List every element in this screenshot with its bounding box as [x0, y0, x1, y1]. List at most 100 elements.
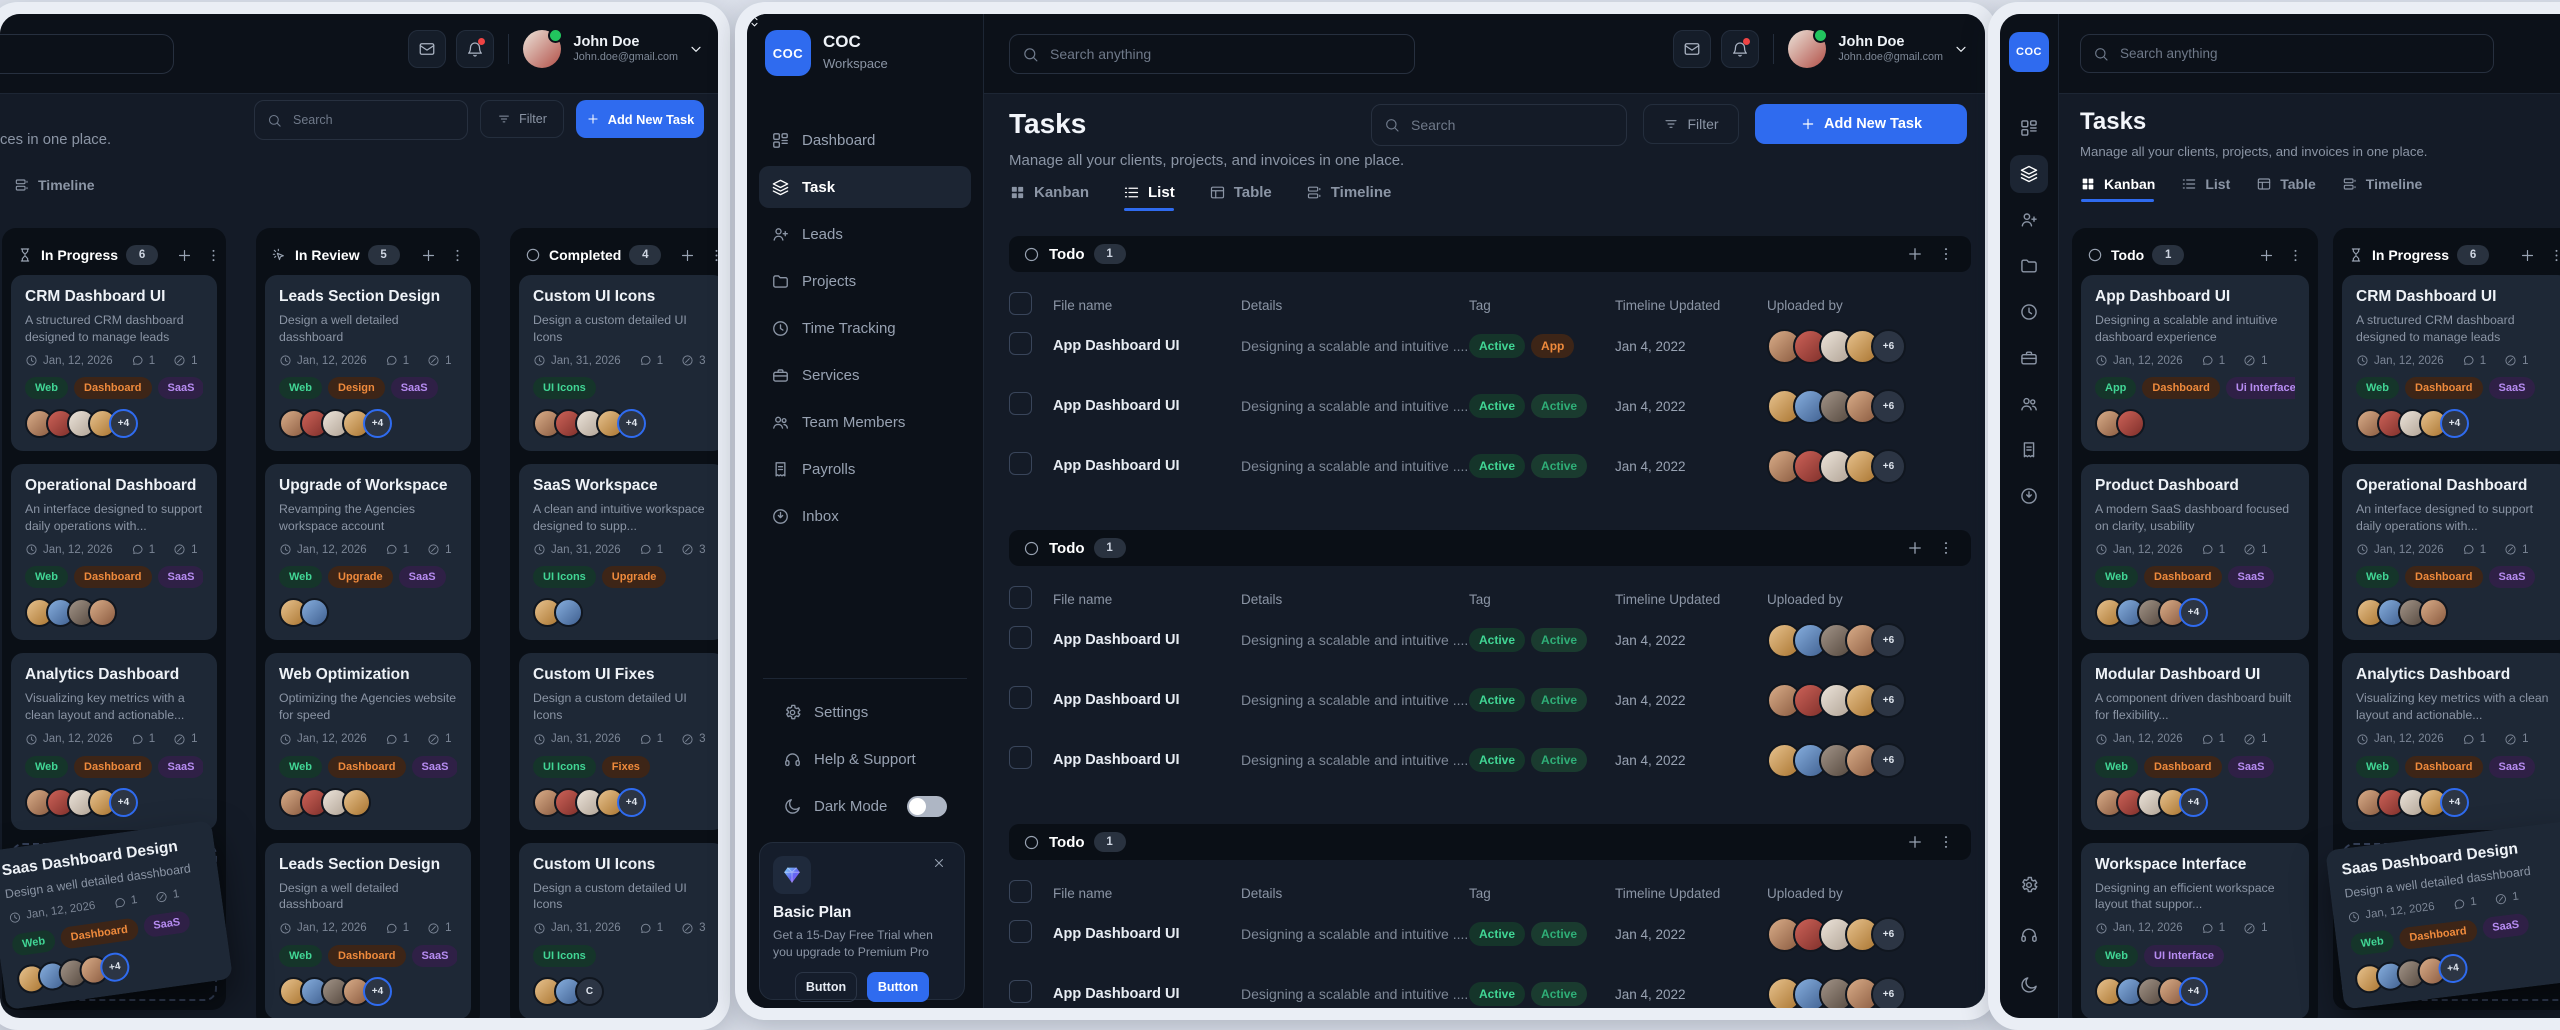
rail-item-dark-mode[interactable]: [2010, 966, 2048, 1004]
tab-list[interactable]: List: [2181, 176, 2230, 192]
row-checkbox[interactable]: [1009, 746, 1032, 769]
search-input[interactable]: [1048, 45, 1402, 63]
row-checkbox[interactable]: [1009, 392, 1032, 415]
column-menu-button[interactable]: [2285, 245, 2306, 266]
topbar-search[interactable]: [1009, 34, 1415, 74]
rail-item-settings[interactable]: [2010, 866, 2048, 904]
row-checkbox[interactable]: [1009, 920, 1032, 943]
tab-timeline[interactable]: Timeline: [14, 177, 95, 193]
rail-item-projects[interactable]: [2010, 247, 2048, 285]
column-menu-button[interactable]: [2546, 245, 2560, 266]
kanban-card[interactable]: Product DashboardA modern SaaS dashboard…: [2081, 464, 2309, 640]
kanban-card[interactable]: Operational DashboardAn interface design…: [11, 464, 217, 640]
section-menu-button[interactable]: [1935, 537, 1957, 559]
row-checkbox[interactable]: [1009, 686, 1032, 709]
kanban-card[interactable]: Custom UI IconsDesign a custom detailed …: [519, 843, 718, 1018]
notifications-button[interactable]: [1721, 30, 1759, 68]
kanban-card[interactable]: Custom UI IconsDesign a custom detailed …: [519, 275, 718, 451]
tab-table[interactable]: Table: [2256, 176, 2316, 192]
plan-secondary-button[interactable]: Button: [795, 972, 857, 1002]
section-menu-button[interactable]: [1935, 831, 1957, 853]
kanban-card[interactable]: Upgrade of WorkspaceRevamping the Agenci…: [265, 464, 471, 640]
sidebar-item-task[interactable]: Task: [759, 166, 971, 208]
row-checkbox[interactable]: [1009, 452, 1032, 475]
kanban-card[interactable]: Modular Dashboard UIA component driven d…: [2081, 653, 2309, 829]
rail-item-services[interactable]: [2010, 339, 2048, 377]
tab-timeline[interactable]: Timeline: [1306, 184, 1392, 201]
kanban-card[interactable]: Web OptimizationOptimizing the Agencies …: [265, 653, 471, 829]
table-row[interactable]: App Dashboard UIDesigning a scalable and…: [1009, 610, 1971, 670]
sidebar-item-services[interactable]: Services: [759, 354, 971, 396]
close-icon[interactable]: [926, 855, 952, 874]
task-search-input[interactable]: [291, 112, 455, 128]
sidebar-item-help-support[interactable]: Help & Support: [771, 738, 959, 780]
select-all-checkbox[interactable]: [1009, 586, 1032, 609]
column-menu-button[interactable]: [203, 245, 224, 266]
rail-item-payrolls[interactable]: [2010, 431, 2048, 469]
sidebar-item-settings[interactable]: Settings: [771, 691, 959, 733]
kanban-card[interactable]: Leads Section DesignDesign a well detail…: [265, 275, 471, 451]
avatar[interactable]: [523, 30, 561, 68]
tab-table[interactable]: Table: [1209, 184, 1272, 201]
avatar[interactable]: [1788, 30, 1826, 68]
toolbar-search[interactable]: [254, 100, 468, 140]
tab-timeline[interactable]: Timeline: [2342, 176, 2423, 192]
select-all-checkbox[interactable]: [1009, 292, 1032, 315]
add-card-button[interactable]: [2256, 245, 2277, 266]
kanban-card[interactable]: Saas Dashboard DesignDesign a well detai…: [0, 819, 233, 1009]
add-row-button[interactable]: [1904, 831, 1926, 853]
column-menu-button[interactable]: [706, 245, 718, 266]
table-row[interactable]: App Dashboard UIDesigning a scalable and…: [1009, 376, 1971, 436]
kanban-card[interactable]: Analytics DashboardVisualizing key metri…: [11, 653, 217, 829]
task-search-input[interactable]: [1409, 116, 1614, 134]
plan-primary-button[interactable]: Button: [867, 972, 929, 1002]
filter-button[interactable]: Filter: [1643, 104, 1739, 144]
topbar-search[interactable]: [0, 34, 174, 74]
sidebar-item-team-members[interactable]: Team Members: [759, 401, 971, 443]
sidebar-item-time-tracking[interactable]: Time Tracking: [759, 307, 971, 349]
table-row[interactable]: App Dashboard UIDesigning a scalable and…: [1009, 436, 1971, 496]
kanban-card[interactable]: Leads Section DesignDesign a well detail…: [265, 843, 471, 1018]
rail-item-inbox[interactable]: [2010, 477, 2048, 515]
table-row[interactable]: App Dashboard UIDesigning a scalable and…: [1009, 316, 1971, 376]
row-checkbox[interactable]: [1009, 332, 1032, 355]
mail-button[interactable]: [1673, 30, 1711, 68]
add-card-button[interactable]: [174, 245, 195, 266]
toolbar-search[interactable]: [1371, 104, 1627, 146]
sidebar-item-projects[interactable]: Projects: [759, 260, 971, 302]
add-card-button[interactable]: [677, 245, 698, 266]
sidebar-item-dark-mode[interactable]: Dark Mode: [771, 785, 959, 827]
row-checkbox[interactable]: [1009, 626, 1032, 649]
search-input[interactable]: [0, 45, 161, 63]
table-row[interactable]: App Dashboard UIDesigning a scalable and…: [1009, 670, 1971, 730]
kanban-card[interactable]: Custom UI FixesDesign a custom detailed …: [519, 653, 718, 829]
sidebar-item-payrolls[interactable]: Payrolls: [759, 448, 971, 490]
tab-list[interactable]: List: [1123, 184, 1175, 201]
rail-item-dashboard[interactable]: [2010, 109, 2048, 147]
dark-mode-toggle[interactable]: [907, 796, 947, 817]
table-row[interactable]: App Dashboard UIDesigning a scalable and…: [1009, 904, 1971, 964]
kanban-card[interactable]: Operational DashboardAn interface design…: [2342, 464, 2560, 640]
rail-item-time-tracking[interactable]: [2010, 293, 2048, 331]
rail-item-team-members[interactable]: [2010, 385, 2048, 423]
add-row-button[interactable]: [1904, 243, 1926, 265]
tab-kanban[interactable]: Kanban: [2080, 176, 2155, 192]
rail-item-leads[interactable]: [2010, 201, 2048, 239]
topbar-search[interactable]: [2080, 34, 2494, 73]
table-row[interactable]: App Dashboard UIDesigning a scalable and…: [1009, 730, 1971, 790]
notifications-button[interactable]: [456, 30, 494, 68]
tab-kanban[interactable]: Kanban: [1009, 184, 1089, 201]
column-menu-button[interactable]: [447, 245, 468, 266]
sidebar-item-dashboard[interactable]: Dashboard: [759, 119, 971, 161]
kanban-card[interactable]: Saas Dashboard DesignDesign a well detai…: [2325, 820, 2560, 1009]
row-checkbox[interactable]: [1009, 980, 1032, 1003]
filter-button[interactable]: Filter: [480, 100, 564, 138]
rail-item-task[interactable]: [2010, 155, 2048, 193]
sidebar-item-inbox[interactable]: Inbox: [759, 495, 971, 537]
add-new-task-button[interactable]: Add New Task: [1755, 104, 1967, 144]
add-card-button[interactable]: [2517, 245, 2538, 266]
table-row[interactable]: App Dashboard UIDesigning a scalable and…: [1009, 964, 1971, 1008]
add-new-task-button[interactable]: Add New Task: [576, 100, 704, 138]
search-input[interactable]: [2118, 45, 2481, 62]
rail-item-help-&-support[interactable]: [2010, 916, 2048, 954]
